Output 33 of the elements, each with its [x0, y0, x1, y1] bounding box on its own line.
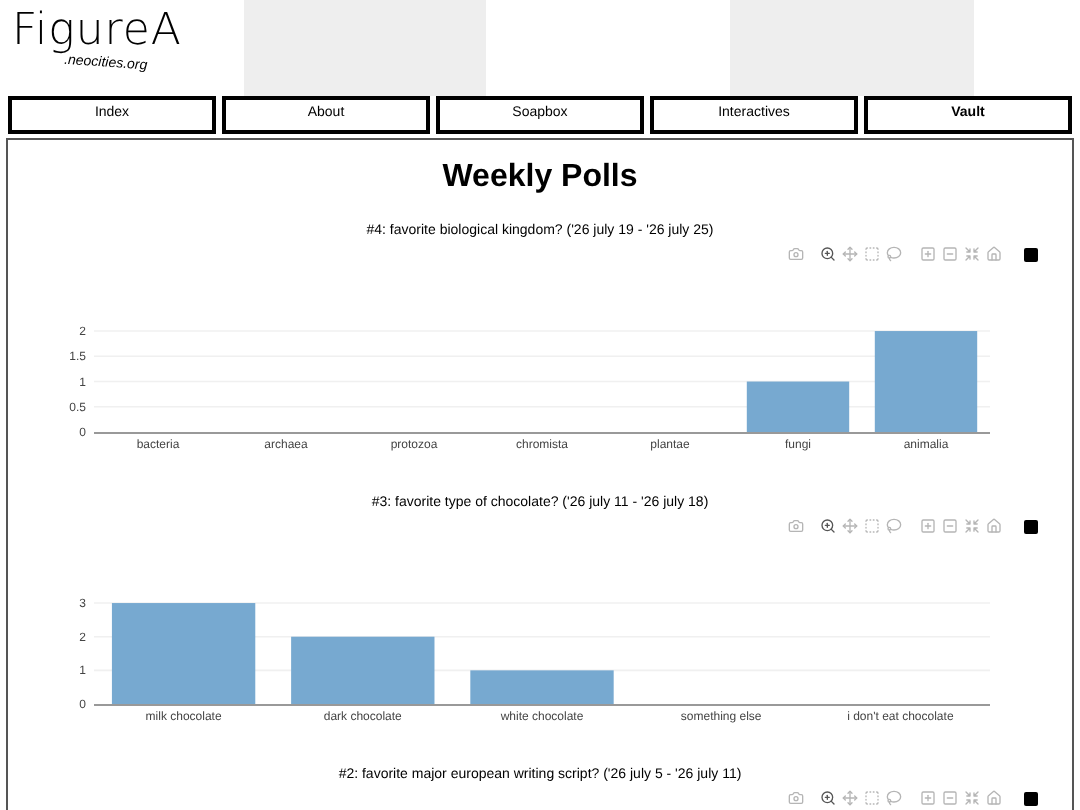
zoom-out-icon[interactable]: [942, 518, 958, 534]
logo-title[interactable]: FigureA: [12, 8, 182, 56]
zoom-icon[interactable]: [820, 518, 836, 534]
bar: [470, 670, 614, 704]
camera-icon[interactable]: [788, 518, 804, 534]
bar: [291, 636, 435, 704]
lasso-icon[interactable]: [886, 246, 902, 262]
zoom-out-icon[interactable]: [942, 790, 958, 806]
zoom-in-icon[interactable]: [920, 790, 936, 806]
camera-icon[interactable]: [788, 790, 804, 806]
logo-icon[interactable]: [1024, 247, 1038, 261]
autoscale-icon[interactable]: [964, 246, 980, 262]
pan-icon[interactable]: [842, 790, 858, 806]
pan-icon[interactable]: [842, 246, 858, 262]
autoscale-icon[interactable]: [964, 518, 980, 534]
logo-icon[interactable]: [1024, 791, 1038, 805]
home-icon[interactable]: [986, 518, 1002, 534]
bar: [746, 381, 850, 432]
bar: [874, 331, 978, 432]
zoom-out-icon[interactable]: [942, 246, 958, 262]
zoom-icon[interactable]: [820, 790, 836, 806]
lasso-icon[interactable]: [886, 790, 902, 806]
pan-icon[interactable]: [842, 518, 858, 534]
logo-icon[interactable]: [1024, 519, 1038, 533]
lasso-icon[interactable]: [886, 518, 902, 534]
camera-icon[interactable]: [788, 246, 804, 262]
zoom-in-icon[interactable]: [920, 518, 936, 534]
home-icon[interactable]: [986, 790, 1002, 806]
autoscale-icon[interactable]: [964, 790, 980, 806]
page-heading: Weekly Polls: [440, 158, 640, 198]
zoom-in-icon[interactable]: [920, 246, 936, 262]
home-icon[interactable]: [986, 246, 1002, 262]
zoom-icon[interactable]: [820, 246, 836, 262]
